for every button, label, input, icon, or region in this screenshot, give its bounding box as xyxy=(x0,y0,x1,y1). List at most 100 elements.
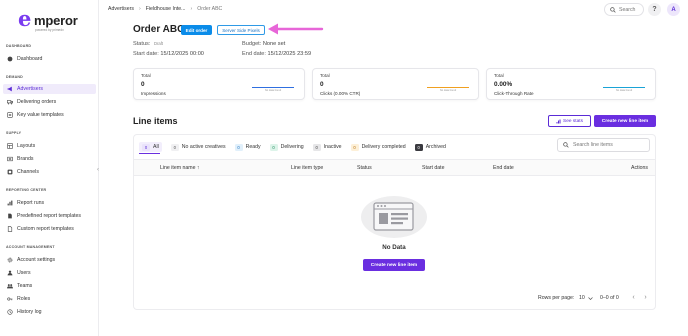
end-date-value: 15/12/2025 23:59 xyxy=(267,51,312,57)
tab-label: No active creatives xyxy=(181,144,226,150)
column-header-name[interactable]: Line item name ↑ xyxy=(160,165,200,171)
empty-state-illustration-icon xyxy=(361,196,427,238)
dashboard-icon xyxy=(7,56,13,62)
sidebar-item-predefined-templates[interactable]: Predefined report templates xyxy=(3,211,96,221)
search-line-items-input[interactable]: Search line items xyxy=(557,138,650,152)
sidebar-item-delivering-orders[interactable]: Delivering orders xyxy=(3,97,96,107)
sparkline-no-data: No data found xyxy=(439,89,457,92)
tab-label: Inactive xyxy=(323,144,342,150)
history-icon xyxy=(7,309,13,315)
help-button[interactable]: ? xyxy=(648,3,661,16)
layout-icon xyxy=(7,143,13,149)
order-end-date: End date: 15/12/2025 23:59 xyxy=(242,51,311,57)
tab-inactive[interactable]: 0 Inactive xyxy=(312,142,342,152)
sidebar-item-channels[interactable]: Channels xyxy=(3,167,96,177)
sidebar-item-custom-templates[interactable]: Custom report templates xyxy=(3,224,96,234)
create-line-item-button[interactable]: Create new line item xyxy=(594,115,656,127)
tab-count-badge: 0 xyxy=(414,143,423,151)
tab-count-badge: 0 xyxy=(350,143,359,151)
tab-no-active-creatives[interactable]: 0 No active creatives xyxy=(170,142,226,152)
section-title-reporting: REPORTING CENTER xyxy=(6,188,47,192)
see-stats-button[interactable]: See stats xyxy=(548,115,591,127)
brand-logo[interactable]: e mperor powered by primedx xyxy=(18,8,80,32)
tab-label: Archived xyxy=(425,144,446,150)
column-header-type: Line item type xyxy=(291,165,324,171)
stat-card-impressions: Total 0 Impressions No data found xyxy=(133,68,305,100)
budget-key: Budget: xyxy=(242,41,262,47)
sidebar-item-report-runs[interactable]: Report runs xyxy=(3,198,96,208)
sidebar-item-label: Account settings xyxy=(17,257,56,263)
sidebar-item-label: Key value templates xyxy=(17,112,64,118)
sidebar-item-account-settings[interactable]: Account settings xyxy=(3,255,96,265)
sidebar-collapse-chevron-icon[interactable]: ‹ xyxy=(97,167,102,173)
sparkline: No data found xyxy=(252,83,294,93)
sidebar-item-history-log[interactable]: History log xyxy=(3,307,96,317)
server-side-pixels-button[interactable]: Server Side Pixels xyxy=(217,25,265,35)
sidebar: e mperor powered by primedx DASHBOARD Da… xyxy=(0,0,99,336)
avatar[interactable]: A xyxy=(667,3,680,16)
sidebar-item-key-value-templates[interactable]: Key value templates xyxy=(3,110,96,120)
global-search-button[interactable]: Search xyxy=(604,3,644,16)
status-key: Status: xyxy=(133,41,151,47)
tab-label: Delivering xyxy=(280,144,304,150)
sidebar-item-label: Channels xyxy=(17,169,39,175)
document-icon xyxy=(7,226,13,232)
user-icon xyxy=(7,270,13,276)
gear-icon xyxy=(7,257,13,263)
status-badge: Draft xyxy=(153,41,164,46)
breadcrumb-advertisers[interactable]: Advertisers xyxy=(108,6,134,12)
sparkline: No data found xyxy=(603,83,645,93)
sidebar-item-advertisers[interactable]: Advertisers xyxy=(3,84,96,94)
sidebar-item-label: Predefined report templates xyxy=(17,213,82,219)
sidebar-item-dashboard[interactable]: Dashboard xyxy=(3,54,96,64)
sidebar-item-label: Teams xyxy=(17,283,33,289)
tab-archived[interactable]: 0 Archived xyxy=(414,142,446,152)
annotation-arrow-icon xyxy=(268,23,324,35)
tab-count-badge: 0 xyxy=(234,143,243,151)
order-start-date: Start date: 15/12/2025 00:00 xyxy=(133,51,204,57)
create-line-item-empty-button[interactable]: Create new line item xyxy=(363,259,425,271)
tab-count-badge: 0 xyxy=(170,143,179,151)
sidebar-item-teams[interactable]: Teams xyxy=(3,281,96,291)
active-tab-indicator xyxy=(139,153,160,154)
edit-order-button[interactable]: Edit order xyxy=(181,25,212,35)
tab-label: All xyxy=(153,144,159,150)
tab-delivery-completed[interactable]: 0 Delivery completed xyxy=(350,142,406,152)
breadcrumb-advertiser[interactable]: Fieldhouse Inte... xyxy=(146,6,186,12)
next-page-chevron-icon[interactable]: › xyxy=(642,294,649,302)
sidebar-item-brands[interactable]: Brands xyxy=(3,154,96,164)
sidebar-item-label: Dashboard xyxy=(17,56,43,62)
stat-card-ctr: Total 0.00% Click-Through Rate No data f… xyxy=(486,68,656,100)
chart-icon xyxy=(556,119,561,123)
order-status: Status: Draft xyxy=(133,41,163,47)
sidebar-item-users[interactable]: Users xyxy=(3,268,96,278)
column-header-start-date: Start date xyxy=(422,165,445,171)
stat-value: 0 xyxy=(320,81,324,88)
tab-count-badge: 0 xyxy=(142,143,150,151)
chevron-down-icon xyxy=(588,296,593,300)
sidebar-item-layouts[interactable]: Layouts xyxy=(3,141,96,151)
stat-card-clicks: Total 0 Clicks (0.00% CTR) No data found xyxy=(312,68,479,100)
start-date-key: Start date: xyxy=(133,51,159,57)
section-title-dashboard: DASHBOARD xyxy=(6,44,32,48)
prev-page-chevron-icon[interactable]: ‹ xyxy=(630,294,637,302)
sort-arrow-icon: ↑ xyxy=(196,165,200,171)
sparkline-line xyxy=(427,87,469,88)
sidebar-item-label: Advertisers xyxy=(17,86,43,92)
breadcrumb: Advertisers › Fieldhouse Inte... › Order… xyxy=(108,6,222,12)
tab-label: Delivery completed xyxy=(361,144,406,150)
stat-label: Impressions xyxy=(141,91,166,96)
tab-ready[interactable]: 0 Ready xyxy=(234,142,261,152)
rows-per-page-select[interactable]: 10 xyxy=(579,294,594,302)
column-header-status: Status xyxy=(357,165,372,171)
logo-glyph: e xyxy=(18,6,32,31)
sidebar-item-roles[interactable]: Roles xyxy=(3,294,96,304)
section-title-supply: SUPPLY xyxy=(6,131,22,135)
tab-all[interactable]: 0 All xyxy=(139,142,162,152)
sparkline: No data found xyxy=(427,83,469,93)
breadcrumb-separator: › xyxy=(190,6,193,12)
search-icon xyxy=(610,6,616,13)
key-icon xyxy=(7,112,13,118)
tab-delivering[interactable]: 0 Delivering xyxy=(269,142,304,152)
sidebar-item-label: Report runs xyxy=(17,200,45,206)
